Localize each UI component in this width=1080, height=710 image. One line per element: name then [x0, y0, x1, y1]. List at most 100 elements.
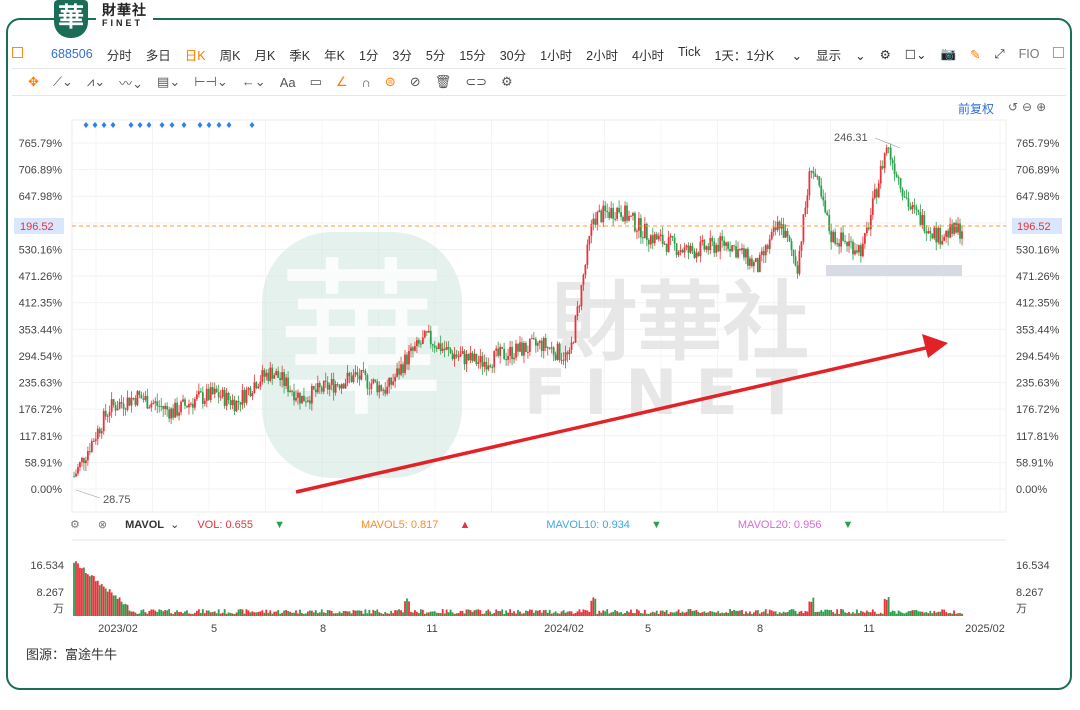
- volume-bar: [675, 611, 678, 616]
- candle-body: [657, 236, 660, 240]
- candle-body: [110, 399, 113, 412]
- candle-body: [616, 207, 619, 219]
- volume-bar: [481, 613, 484, 616]
- volume-bar: [636, 609, 638, 616]
- volume-bar: [154, 610, 157, 616]
- candle-body: [253, 382, 256, 394]
- candle-body: [259, 381, 262, 387]
- volume-bar: [519, 611, 521, 616]
- volume-bar: [172, 613, 175, 616]
- candle-body: [134, 398, 137, 406]
- candle-body: [899, 178, 902, 189]
- candle-body: [534, 338, 537, 346]
- candle-body: [368, 388, 371, 390]
- volume-bar: [441, 609, 444, 616]
- volume-bar: [741, 610, 743, 616]
- candle-body: [808, 171, 811, 196]
- y-tick-right: 530.16%: [1016, 244, 1060, 256]
- vol-tick-right: 8.267: [1016, 587, 1044, 599]
- vol-indicator-select[interactable]: MAVOL ⌄: [125, 518, 179, 531]
- volume-bar: [509, 609, 511, 616]
- volume-bar: [957, 613, 959, 616]
- volume-bar: [305, 613, 307, 616]
- volume-bar: [362, 613, 365, 616]
- candle-body: [467, 354, 470, 361]
- candle-body: [850, 241, 852, 243]
- volume-bar: [138, 613, 141, 616]
- candle-body: [388, 377, 391, 387]
- candle-body: [354, 372, 357, 375]
- candle-body: [445, 347, 448, 350]
- vol-close-icon[interactable]: ⊗: [98, 518, 107, 531]
- candle-body: [475, 353, 478, 365]
- volume-bar: [961, 613, 963, 616]
- candle-body: [192, 403, 194, 408]
- volume-bar: [213, 611, 216, 616]
- volume-bar: [186, 610, 188, 616]
- candle-body: [211, 387, 214, 395]
- volume-bar: [303, 613, 305, 616]
- volume-bar: [705, 612, 708, 616]
- kline-chart[interactable]: 華 財華社 FINET 765.79%706.89%647.98%530.16%…: [0, 0, 1080, 640]
- volume-bar: [366, 613, 369, 616]
- volume-bar: [174, 612, 176, 616]
- candle-body: [100, 431, 103, 434]
- candle-body: [919, 211, 922, 225]
- volume-bar: [453, 613, 456, 616]
- volume-bar: [457, 613, 460, 616]
- volume-bar: [358, 610, 361, 616]
- volume-bar: [725, 612, 728, 616]
- volume-bar: [73, 562, 75, 616]
- candle-body: [651, 235, 654, 244]
- volume-bar: [556, 613, 559, 616]
- volume-bar: [84, 573, 87, 616]
- volume-bar: [263, 612, 266, 616]
- candle-body: [186, 405, 188, 408]
- candle-body: [410, 347, 412, 352]
- volume-bar: [421, 609, 424, 616]
- candle-body: [190, 403, 192, 405]
- candle-body: [477, 362, 480, 365]
- volume-bar: [711, 611, 714, 616]
- candle-body: [544, 338, 547, 349]
- volume-bar: [828, 610, 831, 616]
- volume-bar: [320, 609, 323, 616]
- candle-body: [844, 240, 846, 242]
- candle-body: [889, 147, 892, 160]
- candle-body: [538, 340, 541, 344]
- volume-bar: [439, 613, 442, 616]
- volume-bar: [368, 609, 371, 616]
- candle-body: [174, 402, 176, 418]
- x-tick: 11: [863, 623, 874, 635]
- volume-bar: [647, 613, 650, 616]
- candle-body: [762, 251, 765, 256]
- candle-body: [106, 415, 109, 417]
- volume-bar: [285, 610, 287, 616]
- y-tick-left: 412.35%: [19, 298, 63, 310]
- candle-body: [576, 306, 579, 317]
- volume-bar: [525, 610, 527, 616]
- volume-bar: [897, 610, 900, 616]
- candle-body: [731, 245, 733, 252]
- candle-body: [340, 384, 343, 389]
- volume-bar: [867, 611, 870, 616]
- candle-body: [390, 377, 393, 385]
- volume-bar: [582, 609, 585, 616]
- candle-body: [451, 353, 454, 360]
- candle-body: [776, 221, 779, 231]
- volume-bar: [219, 613, 222, 616]
- candle-body: [638, 218, 640, 231]
- candle-body: [398, 368, 400, 375]
- candle-body: [532, 338, 535, 340]
- y-tick-left: 353.44%: [19, 324, 63, 336]
- candle-body: [400, 364, 402, 375]
- candle-body: [614, 218, 617, 220]
- volume-bar: [778, 612, 781, 616]
- volume-bar: [754, 610, 757, 616]
- volume-bar: [122, 604, 125, 616]
- volume-bar: [717, 611, 720, 616]
- candle-body: [140, 395, 143, 399]
- vol-settings-icon[interactable]: ⚙: [70, 518, 80, 531]
- candle-body: [380, 385, 383, 391]
- candle-body: [310, 385, 313, 404]
